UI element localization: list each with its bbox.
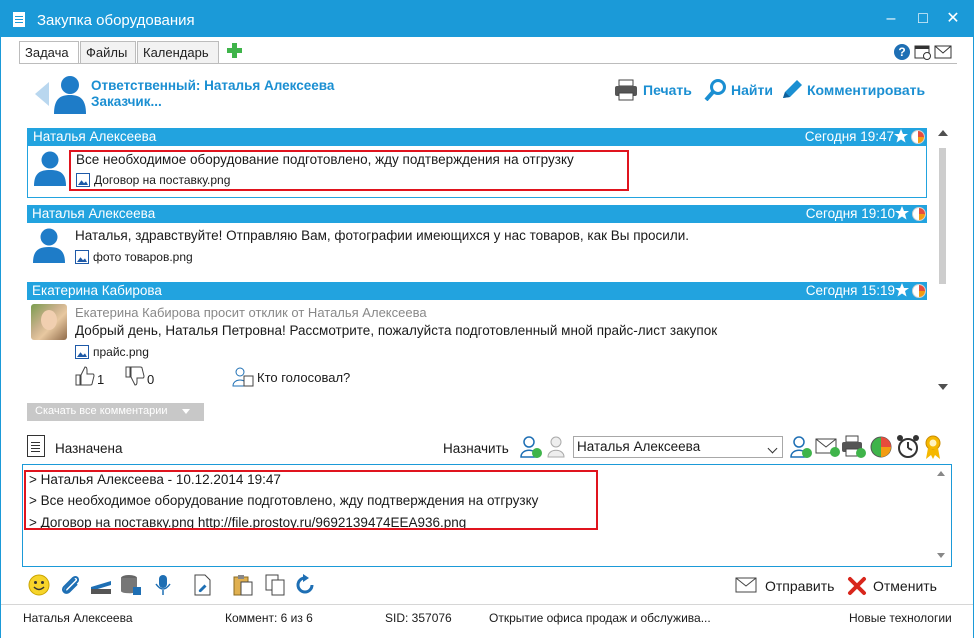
smiley-icon[interactable]: [27, 573, 51, 597]
responsible-info: Ответственный: Наталья Алексеева Заказчи…: [91, 78, 334, 110]
scanner-icon[interactable]: [89, 573, 113, 597]
attach-document-icon[interactable]: [191, 573, 215, 597]
thumbs-down-icon: [125, 366, 145, 386]
user-silhouette-icon: [33, 228, 65, 263]
avatar: [31, 304, 67, 340]
image-file-icon: [75, 345, 89, 359]
top-right-tools: ?: [894, 44, 954, 62]
comment-author[interactable]: Екатерина Кабирова: [32, 283, 162, 298]
refresh-icon[interactable]: [293, 573, 317, 597]
attachment-link[interactable]: прайс.png: [75, 345, 149, 361]
status-comments: Коммент: 6 из 6: [225, 611, 313, 625]
feedback-request: Екатерина Кабирова просит отклик от Ната…: [75, 305, 427, 320]
task-window: Закупка оборудования – □ ✕ Задача Файлы …: [0, 0, 974, 638]
comment-time: Сегодня 19:10: [805, 206, 895, 221]
comments-feed: Наталья Алексеева Сегодня 19:47 Все необ…: [27, 128, 934, 425]
magnifier-icon: [704, 79, 726, 101]
document-icon: [27, 435, 45, 457]
comment-header: Наталья Алексеева Сегодня 19:10: [27, 205, 927, 223]
user-check-icon[interactable]: [789, 435, 813, 459]
mail-icon[interactable]: [934, 45, 952, 59]
tab-divider: [19, 63, 957, 64]
priority-pie-icon[interactable]: [911, 130, 925, 144]
envelope-send-icon: [735, 577, 757, 593]
award-icon[interactable]: [923, 434, 943, 460]
customer-link[interactable]: Заказчик...: [91, 94, 334, 110]
assign-user-icon[interactable]: [519, 435, 543, 459]
feed-scrollbar[interactable]: [936, 128, 950, 398]
close-button[interactable]: ✕: [943, 9, 963, 29]
priority-pie-icon[interactable]: [912, 207, 926, 221]
responsible-link[interactable]: Ответственный: Наталья Алексеева: [91, 78, 334, 94]
star-icon[interactable]: [895, 206, 909, 220]
who-voted-link[interactable]: Кто голосовал?: [231, 366, 371, 388]
assignee-select[interactable]: Наталья Алексеева: [573, 436, 783, 458]
attachment-link[interactable]: фото товаров.png: [75, 250, 193, 266]
scroll-thumb[interactable]: [939, 148, 946, 284]
alarm-clock-icon[interactable]: [895, 434, 921, 460]
editor-toolbar: Отправить Отменить: [27, 571, 957, 601]
comment-time: Сегодня 19:47: [804, 129, 894, 144]
tab-calendar[interactable]: Календарь: [137, 41, 219, 63]
priority-chart-icon[interactable]: [869, 435, 893, 459]
status-sid: SID: 357076: [385, 611, 452, 625]
microphone-icon[interactable]: [151, 573, 175, 597]
add-tab-icon[interactable]: [227, 43, 242, 58]
maximize-button[interactable]: □: [913, 9, 933, 29]
task-status-row: Назначена Назначить Наталья Алексеева: [19, 433, 959, 463]
status-company: Новые технологии: [849, 611, 952, 625]
star-icon[interactable]: [894, 129, 908, 143]
highlight-box: [24, 470, 598, 530]
copy-icon[interactable]: [263, 573, 287, 597]
priority-pie-icon[interactable]: [912, 284, 926, 298]
tab-files[interactable]: Файлы: [80, 41, 136, 63]
title-bar: Закупка оборудования – □ ✕: [1, 1, 973, 37]
paste-icon[interactable]: [231, 573, 255, 597]
user-disabled-icon[interactable]: [547, 435, 567, 459]
comment-item: Екатерина Кабирова Сегодня 15:19 Екатери…: [27, 282, 927, 392]
status-user: Наталья Алексеева: [23, 611, 133, 625]
comment-author[interactable]: Наталья Алексеева: [32, 206, 155, 221]
scroll-down-arrow-icon[interactable]: [938, 384, 948, 390]
status-bar: Наталья Алексеева Коммент: 6 из 6 SID: 3…: [1, 604, 973, 638]
comment-header: Екатерина Кабирова Сегодня 15:19: [27, 282, 927, 300]
highlight-box: [69, 150, 629, 191]
editor-scroll-down-icon[interactable]: [937, 553, 945, 558]
scroll-up-arrow-icon[interactable]: [938, 130, 948, 136]
comment-header: Наталья Алексеева Сегодня 19:47: [28, 128, 926, 146]
voters-icon: [232, 367, 254, 387]
back-arrow-icon[interactable]: [35, 82, 49, 106]
help-icon[interactable]: ?: [894, 44, 910, 60]
comment-time: Сегодня 15:19: [805, 283, 895, 298]
database-icon[interactable]: [119, 573, 143, 597]
comment-author[interactable]: Наталья Алексеева: [33, 129, 156, 144]
user-avatar-icon: [54, 76, 86, 114]
download-all-comments-button[interactable]: Скачать все комментарии: [27, 403, 204, 421]
assign-label: Назначить: [443, 441, 509, 456]
star-icon[interactable]: [895, 283, 909, 297]
calendar-settings-icon[interactable]: [914, 44, 932, 60]
comment-item: Наталья Алексеева Сегодня 19:10 Наталья,…: [27, 205, 927, 275]
thumbs-up-icon: [75, 366, 95, 386]
minimize-button[interactable]: –: [881, 9, 901, 29]
print-check-icon[interactable]: [841, 435, 867, 459]
mail-check-icon[interactable]: [815, 437, 841, 457]
document-icon: [13, 12, 25, 27]
paperclip-icon[interactable]: [59, 573, 83, 597]
task-state: Назначена: [55, 441, 123, 456]
pencil-icon: [783, 80, 802, 98]
editor-scroll-up-icon[interactable]: [937, 471, 945, 476]
user-silhouette-icon: [34, 151, 66, 186]
cancel-x-icon: [848, 577, 866, 595]
tab-task[interactable]: Задача: [19, 41, 79, 64]
status-project[interactable]: Открытие офиса продаж и обслужива...: [489, 611, 711, 625]
comment-text: Добрый день, Наталья Петровна! Рассмотри…: [75, 323, 718, 338]
image-file-icon: [75, 250, 89, 264]
task-header: Ответственный: Наталья Алексеева Заказчи…: [19, 66, 959, 124]
window-title: Закупка оборудования: [37, 12, 195, 29]
comment-text: Наталья, здравствуйте! Отправляю Вам, фо…: [75, 228, 689, 243]
printer-icon: [615, 79, 637, 101]
